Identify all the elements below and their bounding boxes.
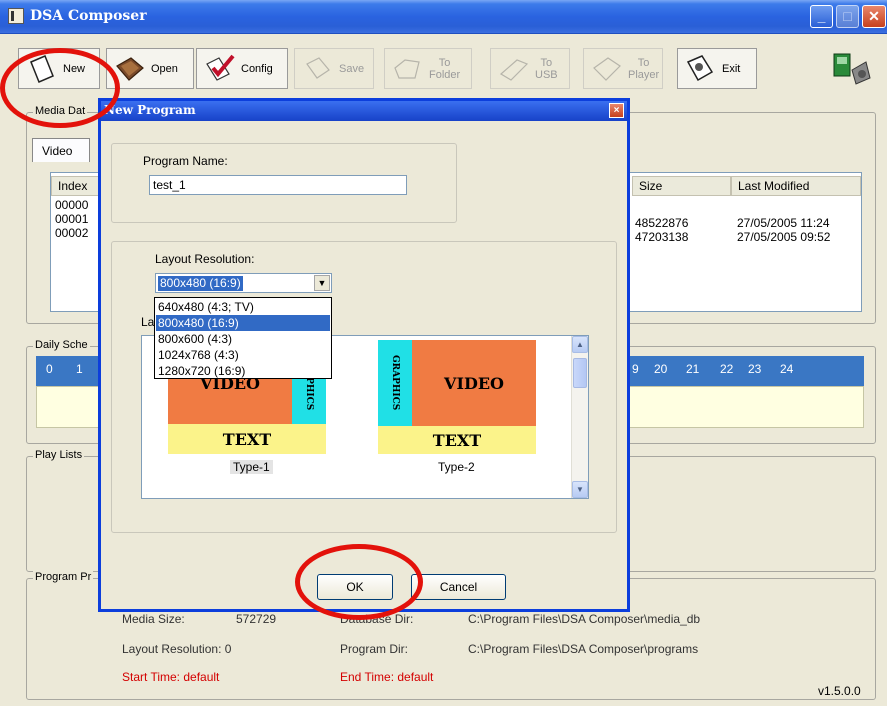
resolution-select[interactable]: 800x480 (16:9) ▼ bbox=[155, 273, 332, 293]
new-program-dialog: New Program × Program Name: Layout Resol… bbox=[98, 98, 630, 612]
maximize-button[interactable]: □ bbox=[836, 5, 859, 28]
layout-type-2[interactable]: GRAPHICS VIDEO TEXT Type-2 bbox=[352, 336, 562, 496]
media-database-label: Media Dat bbox=[33, 105, 88, 117]
save-button[interactable]: Save bbox=[294, 48, 374, 89]
layout-caption: Type-1 bbox=[230, 460, 273, 474]
end-time: End Time: default bbox=[340, 670, 434, 684]
hour-label: 21 bbox=[686, 362, 700, 376]
resolution-option[interactable]: 1024x768 (4:3) bbox=[156, 347, 330, 363]
column-header-last-modified[interactable]: Last Modified bbox=[731, 176, 861, 196]
version-label: v1.5.0.0 bbox=[818, 684, 861, 698]
column-header-index[interactable]: Index bbox=[51, 176, 99, 196]
config-checklist-icon bbox=[206, 54, 235, 81]
exit-button[interactable]: Exit bbox=[677, 48, 757, 89]
hour-label: 22 bbox=[720, 362, 734, 376]
text-region: TEXT bbox=[168, 424, 326, 454]
resolution-option[interactable]: 1280x720 (16:9) bbox=[156, 363, 330, 379]
hour-label: 20 bbox=[654, 362, 668, 376]
dialog-title: New Program bbox=[104, 103, 196, 117]
layout-caption: Type-2 bbox=[438, 460, 475, 474]
program-properties-label: Program Pr bbox=[33, 571, 94, 583]
resolution-option[interactable]: 800x600 (4:3) bbox=[156, 331, 330, 347]
play-lists-label: Play Lists bbox=[33, 449, 85, 461]
ok-button[interactable]: OK bbox=[317, 574, 393, 600]
program-name-label: Program Name: bbox=[143, 154, 228, 168]
new-document-icon bbox=[30, 54, 54, 83]
close-window-button[interactable]: ✕ bbox=[862, 5, 886, 28]
save-label: Save bbox=[339, 62, 365, 75]
window-title: DSA Composer bbox=[30, 8, 147, 24]
dialog-title-bar: New Program × bbox=[101, 101, 627, 121]
table-row-index[interactable]: 00001 bbox=[55, 212, 88, 226]
resolution-option[interactable]: 800x480 (16:9) bbox=[156, 315, 330, 331]
config-button[interactable]: Config bbox=[196, 48, 288, 89]
layout-resolution-info: Layout Resolution: 0 bbox=[122, 642, 232, 656]
scrollbar-thumb[interactable] bbox=[573, 358, 587, 388]
app-icon bbox=[8, 8, 24, 24]
exit-label: Exit bbox=[722, 62, 741, 75]
start-time: Start Time: default bbox=[122, 670, 220, 684]
config-label: Config bbox=[241, 62, 273, 75]
to-player-label: To Player bbox=[628, 56, 660, 81]
to-folder-label: To Folder bbox=[429, 56, 461, 81]
open-button[interactable]: Open bbox=[106, 48, 194, 89]
table-row-modified: 27/05/2005 11:24 bbox=[737, 216, 830, 230]
scroll-up-icon[interactable]: ▲ bbox=[572, 336, 588, 353]
save-icon bbox=[306, 56, 330, 79]
toolbar: New Open Config Save To Folder To USB To… bbox=[0, 40, 887, 102]
title-bar: DSA Composer _ □ ✕ bbox=[0, 0, 887, 34]
column-header-size[interactable]: Size bbox=[632, 176, 731, 196]
open-label: Open bbox=[151, 62, 178, 75]
main-window: DSA Composer _ □ ✕ New Open Config Save … bbox=[0, 0, 887, 706]
daily-schedule-label: Daily Sche bbox=[33, 339, 90, 351]
table-row-index[interactable]: 00002 bbox=[55, 226, 88, 240]
layout-resolution-label: Layout Resolution: bbox=[155, 252, 255, 266]
hour-label: 23 bbox=[748, 362, 762, 376]
media-size-label: Media Size: bbox=[122, 612, 185, 626]
resolution-dropdown-list[interactable]: 640x480 (4:3; TV) 800x480 (16:9) 800x600… bbox=[154, 297, 332, 379]
table-row-size: 48522876 bbox=[635, 216, 689, 230]
resolution-selected-value: 800x480 (16:9) bbox=[158, 276, 243, 291]
video-region: VIDEO bbox=[412, 340, 536, 426]
table-row-index[interactable]: 00000 bbox=[55, 198, 88, 212]
program-dir-label: Program Dir: bbox=[340, 642, 409, 656]
hour-label: 0 bbox=[46, 362, 53, 376]
graphics-region: GRAPHICS bbox=[378, 340, 412, 426]
network-icon[interactable] bbox=[830, 48, 872, 88]
to-usb-label: To USB bbox=[535, 56, 558, 81]
to-folder-button[interactable]: To Folder bbox=[384, 48, 472, 89]
layout-type-label: La bbox=[141, 315, 155, 329]
program-dir-value: C:\Program Files\DSA Composer\programs bbox=[468, 642, 699, 656]
text-region: TEXT bbox=[378, 426, 536, 454]
open-folder-icon bbox=[116, 56, 144, 81]
minimize-button[interactable]: _ bbox=[810, 5, 833, 28]
scroll-down-icon[interactable]: ▼ bbox=[572, 481, 588, 498]
vertical-scrollbar[interactable]: ▲ ▼ bbox=[571, 336, 588, 498]
player-icon bbox=[593, 56, 621, 81]
usb-icon bbox=[499, 58, 529, 81]
resolution-option[interactable]: 640x480 (4:3; TV) bbox=[156, 299, 330, 315]
to-usb-button[interactable]: To USB bbox=[490, 48, 570, 89]
database-dir-value: C:\Program Files\DSA Composer\media_db bbox=[468, 612, 701, 626]
hour-label: 9 bbox=[632, 362, 639, 376]
table-row-modified: 27/05/2005 09:52 bbox=[737, 230, 831, 244]
chevron-down-icon[interactable]: ▼ bbox=[314, 275, 330, 291]
new-label: New bbox=[63, 62, 86, 75]
to-player-button[interactable]: To Player bbox=[583, 48, 663, 89]
database-dir-label: Database Dir: bbox=[340, 612, 414, 626]
exit-icon bbox=[686, 54, 714, 81]
hour-label: 24 bbox=[780, 362, 794, 376]
dialog-close-button[interactable]: × bbox=[609, 103, 624, 118]
media-size-value: 572729 bbox=[236, 612, 277, 626]
cancel-button[interactable]: Cancel bbox=[411, 574, 506, 600]
new-button[interactable]: New bbox=[18, 48, 100, 89]
table-row-size: 47203138 bbox=[635, 230, 689, 244]
hour-label: 1 bbox=[76, 362, 83, 376]
folder-icon bbox=[394, 58, 420, 79]
program-name-input[interactable] bbox=[149, 175, 407, 195]
tab-video[interactable]: Video bbox=[32, 138, 90, 162]
